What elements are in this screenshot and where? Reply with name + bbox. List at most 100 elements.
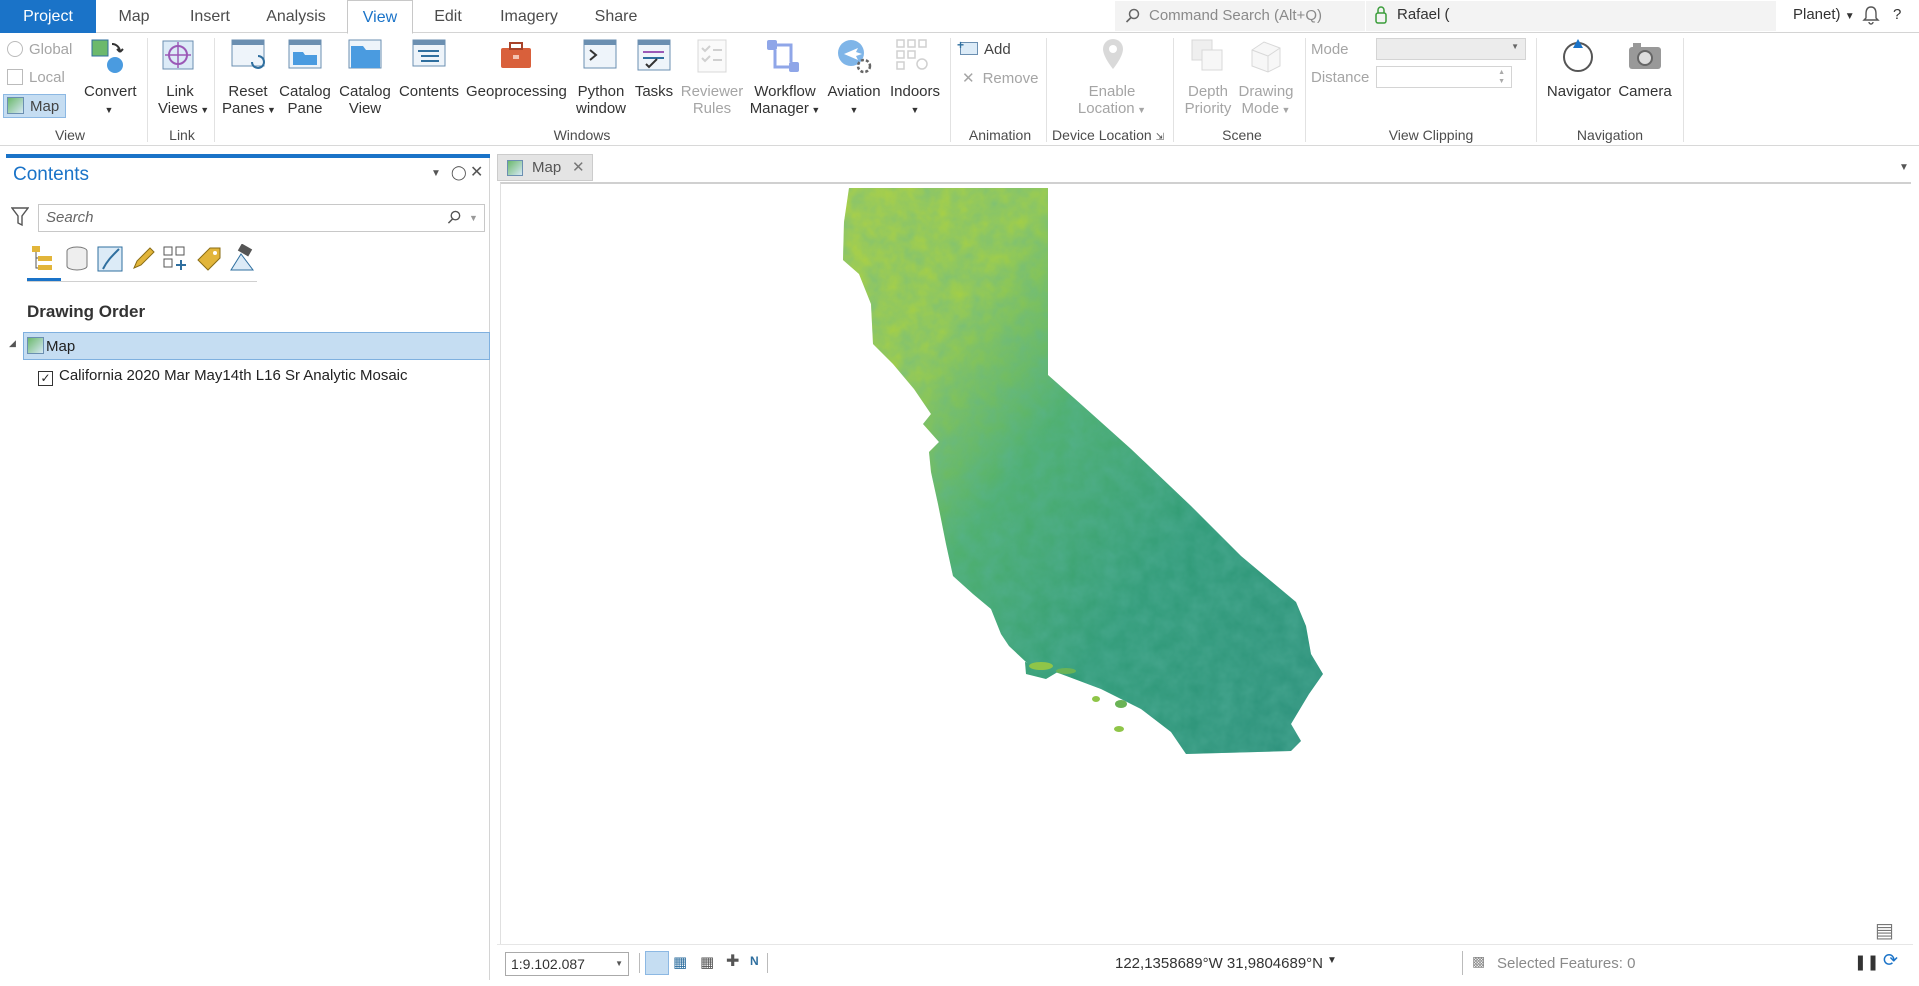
add-animation-button[interactable]: +Add xyxy=(960,41,1011,58)
clipping-distance-input[interactable]: ▲▼ xyxy=(1376,66,1512,88)
indoors-button[interactable]: Indoors▼ xyxy=(884,83,946,119)
reviewer-label-2: Rules xyxy=(693,100,731,117)
command-search-input[interactable]: Command Search (Alt+Q) xyxy=(1115,1,1365,31)
workflow-label-2: Manager xyxy=(750,100,809,117)
dialog-launcher-icon[interactable]: ⇲ xyxy=(1156,132,1164,143)
scale-selector[interactable]: 1:9.102.087▼ xyxy=(505,952,629,976)
group-divider xyxy=(214,38,215,142)
depth-priority-button[interactable]: DepthPriority xyxy=(1180,83,1236,117)
link-views-button[interactable]: LinkViews ▼ xyxy=(158,83,202,119)
tab-project[interactable]: Project xyxy=(0,0,96,33)
contents-search-placeholder: Search xyxy=(46,209,94,226)
catalog-pane-button[interactable]: CatalogPane xyxy=(278,83,332,117)
convert-icon xyxy=(90,38,126,74)
list-by-editing-icon[interactable] xyxy=(128,244,158,274)
pin-pane-icon[interactable]: ◯ xyxy=(451,164,467,181)
enable-location-label-1: Enable xyxy=(1089,83,1136,100)
user-name[interactable]: Rafael ( xyxy=(1397,6,1450,23)
camera-button[interactable]: Camera xyxy=(1614,83,1676,100)
notes-icon[interactable]: ▤ xyxy=(1875,918,1894,943)
spinner-icon[interactable]: ▲▼ xyxy=(1498,68,1505,86)
list-by-labeling-icon[interactable] xyxy=(194,244,224,274)
drawing-mode-button[interactable]: DrawingMode ▼ xyxy=(1236,83,1296,119)
ribbon: Global Local Map Convert▼ View LinkViews… xyxy=(0,34,1919,146)
local-button[interactable]: Local xyxy=(7,69,65,86)
table-toggle-icon[interactable]: ▦ xyxy=(700,953,714,971)
tab-imagery[interactable]: Imagery xyxy=(496,0,562,33)
enable-location-label-2: Location xyxy=(1078,100,1135,117)
catalog-view-icon xyxy=(347,38,383,74)
collapse-triangle-icon[interactable]: ◢ xyxy=(9,338,16,349)
tab-list-chevron-icon[interactable]: ▼ xyxy=(1899,162,1909,173)
depth-priority-icon xyxy=(1190,38,1226,74)
navigator-button[interactable]: Navigator xyxy=(1544,83,1614,100)
group-divider xyxy=(147,38,148,142)
enable-location-button[interactable]: EnableLocation ▼ xyxy=(1070,83,1154,119)
user-org-menu[interactable]: Planet) ▼ xyxy=(1793,6,1855,23)
workflow-label-1: Workflow xyxy=(754,83,815,100)
north-arrow-toggle-icon[interactable]: N xyxy=(750,954,759,968)
map-view-button[interactable]: Map xyxy=(3,94,66,118)
coordinate-format-chevron-icon[interactable]: ▼ xyxy=(1327,955,1337,966)
navigation-group-label: Navigation xyxy=(1570,127,1650,143)
tab-view[interactable]: View xyxy=(347,0,413,34)
close-pane-icon[interactable]: ✕ xyxy=(470,162,483,182)
geoprocessing-button[interactable]: Geoprocessing xyxy=(466,83,566,100)
contents-icon xyxy=(411,38,447,74)
layer-visibility-checkbox[interactable]: ✓ xyxy=(38,371,53,386)
reset-panes-button[interactable]: ResetPanes ▼ xyxy=(222,83,274,119)
close-tab-icon[interactable]: ✕ xyxy=(572,155,585,180)
island xyxy=(1114,726,1124,732)
convert-button[interactable]: Convert▼ xyxy=(84,83,134,119)
contents-button[interactable]: Contents xyxy=(398,83,460,100)
pane-options-chevron-icon[interactable]: ▼ xyxy=(431,168,441,179)
refresh-icon[interactable]: ⟳ xyxy=(1883,950,1898,971)
tab-edit[interactable]: Edit xyxy=(430,0,466,33)
catalog-view-button[interactable]: CatalogView xyxy=(338,83,392,117)
search-icon[interactable] xyxy=(447,210,462,225)
tab-insert[interactable]: Insert xyxy=(182,0,238,33)
fixed-zoom-toggle-icon[interactable] xyxy=(645,951,669,975)
pause-drawing-icon[interactable]: ❚❚ xyxy=(1854,953,1879,971)
group-divider xyxy=(1305,38,1306,142)
map-status-bar: 1:9.102.087▼ ▦ ▦ ✚ N 122,1358689°W 31,98… xyxy=(497,944,1913,980)
layer-item[interactable]: ✓California 2020 Mar May14th L16 Sr Anal… xyxy=(38,367,408,386)
snapping-toggle-icon[interactable]: ✚ xyxy=(726,951,739,971)
global-button[interactable]: Global xyxy=(7,41,72,58)
chevron-down-icon[interactable]: ▼ xyxy=(469,205,478,231)
drawing-label-1: Drawing xyxy=(1238,83,1293,100)
contents-search-input[interactable]: Search ▼ xyxy=(38,204,485,232)
python-window-button[interactable]: Pythonwindow xyxy=(574,83,628,117)
list-by-source-icon[interactable] xyxy=(62,244,92,274)
map-item-label: Map xyxy=(46,338,75,355)
tab-analysis[interactable]: Analysis xyxy=(260,0,332,33)
catalog-pane-label-1: Catalog xyxy=(279,83,331,100)
clipping-mode-select[interactable]: ▼ xyxy=(1376,38,1526,60)
add-label: Add xyxy=(984,41,1011,58)
map-view-tab[interactable]: Map ✕ xyxy=(497,154,593,181)
grid-toggle-icon[interactable]: ▦ xyxy=(673,953,687,971)
tab-share[interactable]: Share xyxy=(591,0,641,33)
python-window-icon xyxy=(582,38,618,74)
view-group-label: View xyxy=(50,127,90,143)
aviation-button[interactable]: Aviation▼ xyxy=(824,83,884,119)
list-by-selection-icon[interactable] xyxy=(95,244,125,274)
group-divider xyxy=(1173,38,1174,142)
remove-animation-button[interactable]: ✕Remove xyxy=(962,69,1038,87)
filter-icon[interactable] xyxy=(11,207,29,227)
catalog-view-label-2: View xyxy=(349,100,381,117)
pane-accent-line xyxy=(6,154,490,158)
tasks-button[interactable]: Tasks xyxy=(630,83,678,100)
catalog-view-label-1: Catalog xyxy=(339,83,391,100)
tab-map[interactable]: Map xyxy=(112,0,156,33)
help-button[interactable]: ? xyxy=(1893,6,1901,23)
map-canvas[interactable] xyxy=(500,182,1911,945)
contents-map-item[interactable]: Map xyxy=(23,332,490,360)
list-by-snapping-icon[interactable] xyxy=(161,244,191,274)
list-by-drawing-order-icon[interactable] xyxy=(28,244,58,274)
list-by-perspective-imagery-icon[interactable] xyxy=(227,244,257,274)
chevron-down-icon: ▼ xyxy=(1135,105,1146,115)
reviewer-rules-button[interactable]: ReviewerRules xyxy=(680,83,744,117)
workflow-manager-button[interactable]: WorkflowManager ▼ xyxy=(748,83,822,119)
notifications-bell-icon[interactable] xyxy=(1862,5,1880,25)
